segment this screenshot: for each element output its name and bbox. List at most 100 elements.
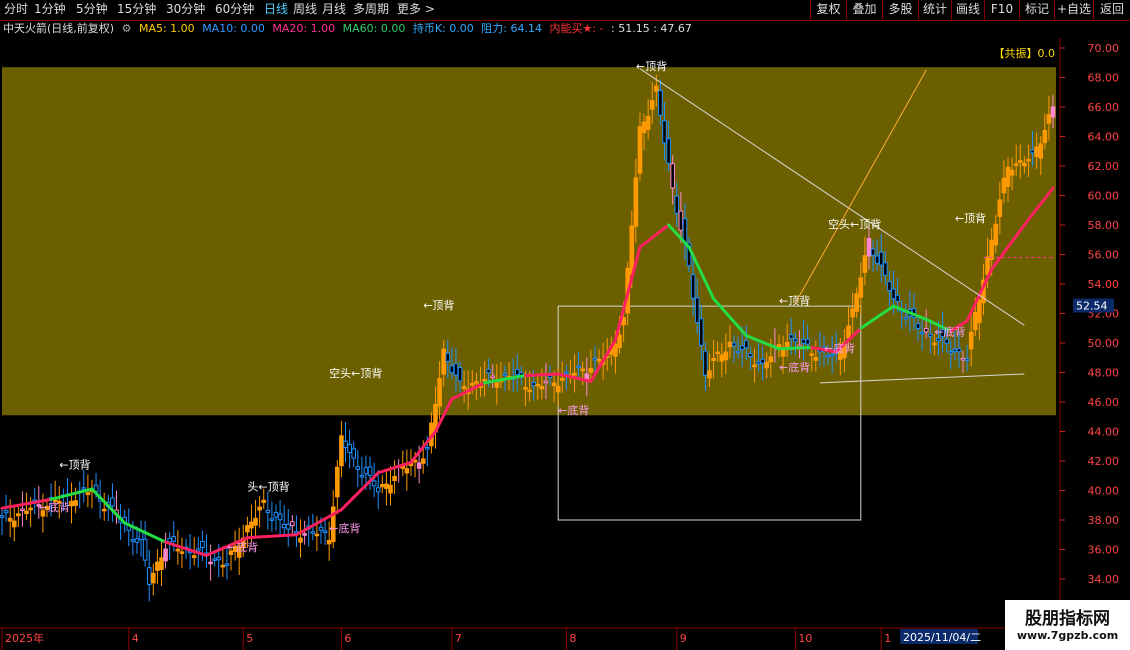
- statistics-button[interactable]: 统计: [918, 0, 951, 20]
- candle-body: [335, 466, 340, 498]
- candle-body: [997, 199, 1003, 217]
- candle-body: [298, 537, 303, 543]
- candle-body: [200, 540, 205, 549]
- overlay-button[interactable]: 叠加: [846, 0, 882, 20]
- candle-body: [339, 435, 344, 467]
- candle-body: [375, 487, 381, 493]
- candle-body: [870, 248, 876, 256]
- candle-body: [760, 358, 765, 364]
- candle-body: [351, 448, 356, 459]
- candle-body: [654, 85, 659, 92]
- ma20-value: MA20: 1.00: [272, 22, 336, 35]
- candle-body: [723, 351, 729, 361]
- candle-body: [674, 195, 680, 214]
- candle-body: [469, 383, 475, 386]
- candle-body: [273, 511, 279, 518]
- settings-icon[interactable]: ⚙: [122, 22, 132, 35]
- period-tab-15min[interactable]: 15分钟: [117, 2, 156, 17]
- candle-body: [739, 345, 745, 351]
- time-tick-label: 9: [680, 632, 687, 645]
- candle-body: [28, 507, 33, 511]
- candle-body: [629, 225, 635, 276]
- candle-body: [727, 341, 733, 348]
- period-tab-1min[interactable]: 1分钟: [34, 2, 66, 17]
- price-tick-label: 68.00: [1088, 72, 1120, 85]
- candle-body: [576, 365, 581, 369]
- back-button[interactable]: 返回: [1093, 0, 1130, 20]
- candle-body: [694, 297, 700, 324]
- extra-values: : 51.15 : 47.67: [611, 22, 692, 35]
- multi-stock-button[interactable]: 多股: [882, 0, 918, 20]
- divergence-label: ←底背: [39, 500, 70, 514]
- candle-body: [3, 510, 9, 514]
- candle-body: [1030, 149, 1035, 154]
- period-tab-30min[interactable]: 30分钟: [166, 2, 205, 17]
- candle-body: [703, 350, 708, 376]
- period-tab-monthly[interactable]: 月线: [322, 2, 346, 17]
- candle-body: [363, 467, 369, 475]
- moving-average-segment: [245, 533, 298, 540]
- f10-button[interactable]: F10: [984, 0, 1019, 20]
- candle-body: [580, 368, 586, 372]
- candle-body: [1034, 146, 1039, 157]
- time-tick-label: 10: [798, 632, 812, 645]
- candle-body: [617, 334, 622, 349]
- price-tick-label: 56.00: [1088, 249, 1120, 262]
- price-tick-label: 48.00: [1088, 367, 1120, 380]
- price-tick-label: 66.00: [1088, 101, 1120, 114]
- candle-body: [895, 294, 900, 302]
- candle-body: [195, 548, 201, 552]
- candle-body: [314, 533, 320, 537]
- candle-body: [220, 564, 226, 568]
- period-tab-more[interactable]: 更多 >: [397, 2, 435, 17]
- inner-energy-value: 内能买★: -: [549, 22, 604, 35]
- candle-body: [167, 537, 172, 543]
- candle-body: [392, 475, 397, 481]
- period-tab-60min[interactable]: 60分钟: [215, 2, 254, 17]
- candle-body: [874, 255, 880, 264]
- candle-body: [502, 373, 508, 376]
- candle-body: [343, 440, 348, 449]
- candle-body: [641, 121, 647, 134]
- candle-body: [752, 364, 757, 368]
- period-tab-fenshi[interactable]: 分时: [4, 2, 28, 17]
- time-tick-label: 7: [455, 632, 462, 645]
- candle-body: [809, 353, 815, 356]
- candle-body: [891, 288, 896, 300]
- candle-body: [81, 487, 87, 490]
- period-tab-multi[interactable]: 多周期: [353, 2, 389, 17]
- candle-body: [699, 318, 704, 346]
- candle-body: [171, 536, 177, 542]
- draw-line-button[interactable]: 画线: [951, 0, 984, 20]
- add-watchlist-button[interactable]: +自选: [1054, 0, 1093, 20]
- candlestick-chart[interactable]: 34.00 36.00 38.00 40.00 42.00 44.00 46.00 48.00…: [0, 0, 1130, 650]
- period-tab-weekly[interactable]: 周线: [293, 2, 317, 17]
- candle-body: [134, 538, 140, 543]
- candle-body: [670, 163, 675, 189]
- candle-body: [249, 521, 254, 529]
- price-tick-label: 64.00: [1088, 131, 1120, 144]
- candle-body: [318, 526, 324, 531]
- resistance-value: 阻力: 64.14: [481, 22, 542, 35]
- period-tab-daily[interactable]: 日线: [264, 2, 288, 17]
- restore-rights-button[interactable]: 复权: [810, 0, 846, 20]
- divergence-label: ←底背: [779, 360, 810, 374]
- time-tick-label: 5: [246, 632, 253, 645]
- period-tab-5min[interactable]: 5分钟: [76, 2, 108, 17]
- candle-body: [11, 520, 17, 528]
- price-tick-label: 46.00: [1088, 396, 1120, 409]
- candle-body: [490, 375, 496, 379]
- date-cursor-label: 2025/11/04/二: [903, 631, 981, 644]
- mark-button[interactable]: 标记: [1019, 0, 1054, 20]
- candle-body: [592, 357, 598, 361]
- candle-body: [1022, 162, 1027, 167]
- watermark-url: www.7gpzb.com: [1016, 629, 1119, 642]
- candle-body: [559, 377, 565, 381]
- candle-body: [445, 352, 451, 362]
- candle-body: [208, 561, 213, 565]
- candle-body: [1013, 163, 1019, 166]
- candle-body: [437, 378, 442, 407]
- candle-body: [384, 483, 389, 489]
- moving-average-segment: [339, 471, 380, 512]
- price-tick-label: 70.00: [1088, 42, 1120, 55]
